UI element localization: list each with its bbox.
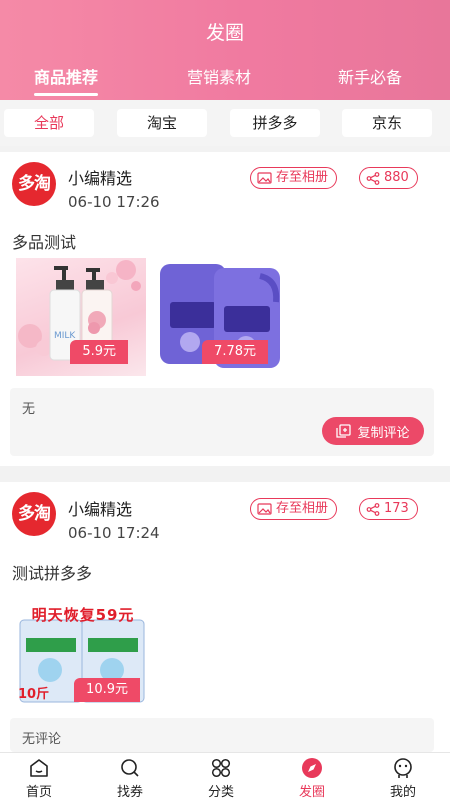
tab-product-recommend[interactable]: 商品推荐 [34,64,99,96]
product-image-lotion[interactable]: MILK 5.9元 [16,258,146,376]
comment-text: 无 [22,402,36,417]
header: 发圈 商品推荐 营销素材 新手必备 [0,0,450,100]
nav-home-label: 首页 [25,785,52,800]
search-icon [121,759,139,777]
share-count: 173 [384,501,409,516]
share-button[interactable]: 880 [359,167,418,189]
filter-taobao[interactable]: 淘宝 [117,109,207,137]
share-icon [366,502,380,516]
nav-moments[interactable]: 发圈 [282,757,342,800]
post-author: 小编精选 [68,500,133,519]
profile-icon [394,758,412,778]
comment-text: 无评论 [22,732,62,747]
comment-box: 无评论 [10,718,434,752]
promo-banner: 明天恢复59元 [31,606,135,624]
nav-find-coupon[interactable]: 找券 [100,757,160,800]
platform-filter-bar: 全部 淘宝 拼多多 京东 [0,100,450,146]
nav-moments-label: 发圈 [298,785,325,800]
post-time: 06-10 17:24 [68,524,160,542]
page-title: 发圈 [205,22,244,44]
copy-icon [336,424,352,438]
share-icon [366,171,380,185]
filter-pinduoduo[interactable]: 拼多多 [230,109,320,137]
copy-comment-button[interactable]: 复制评论 [322,417,424,445]
share-button[interactable]: 173 [359,498,418,520]
save-to-album-button[interactable]: 存至相册 [250,167,338,189]
tab-bar: 商品推荐 营销素材 新手必备 [0,64,450,96]
product-price: 5.9元 [70,340,128,364]
post-text: 测试拼多多 [12,564,93,583]
tab-beginner-essentials[interactable]: 新手必备 [338,64,402,88]
copy-comment-label: 复制评论 [357,425,410,441]
post-card: 多淘 小编精选 06-10 17:26 存至相册 880 多品测试 MILK 5… [0,152,450,466]
product-weight: 10斤 [18,687,50,702]
product-price: 10.9元 [74,678,140,702]
comment-box: 无 复制评论 [10,388,434,456]
post-text: 多品测试 [12,233,77,252]
save-to-album-button[interactable]: 存至相册 [250,498,338,520]
nav-category[interactable]: 分类 [191,757,251,800]
nav-profile-label: 我的 [389,785,416,800]
nav-profile[interactable]: 我的 [373,757,433,800]
product-price: 7.78元 [202,340,268,364]
product-image-washing-powder[interactable]: 明天恢复59元 10斤 10.9元 [16,602,150,708]
brand-logo: 多淘 [12,492,56,536]
filter-all[interactable]: 全部 [4,109,94,137]
filter-jd[interactable]: 京东 [342,109,432,137]
share-count: 880 [384,170,409,185]
save-to-album-label: 存至相册 [276,501,329,516]
post-author: 小编精选 [68,169,133,188]
nav-home[interactable]: 首页 [9,757,69,800]
nav-find-coupon-label: 找券 [116,785,143,800]
category-icon [211,758,231,778]
save-to-album-label: 存至相册 [276,170,329,185]
image-icon [257,172,272,184]
bottom-nav: 首页 找券 分类 发圈 我的 [0,752,450,800]
image-icon [257,503,272,515]
post-time: 06-10 17:26 [68,193,160,211]
home-icon [30,759,48,777]
nav-category-label: 分类 [207,785,234,800]
tab-marketing-material[interactable]: 营销素材 [187,64,251,88]
product-image-detergent[interactable]: 7.78元 [156,258,286,376]
brand-logo: 多淘 [12,162,56,206]
compass-icon [302,758,322,778]
post-card: 多淘 小编精选 06-10 17:24 存至相册 173 测试拼多多 明天恢复5… [0,482,450,752]
